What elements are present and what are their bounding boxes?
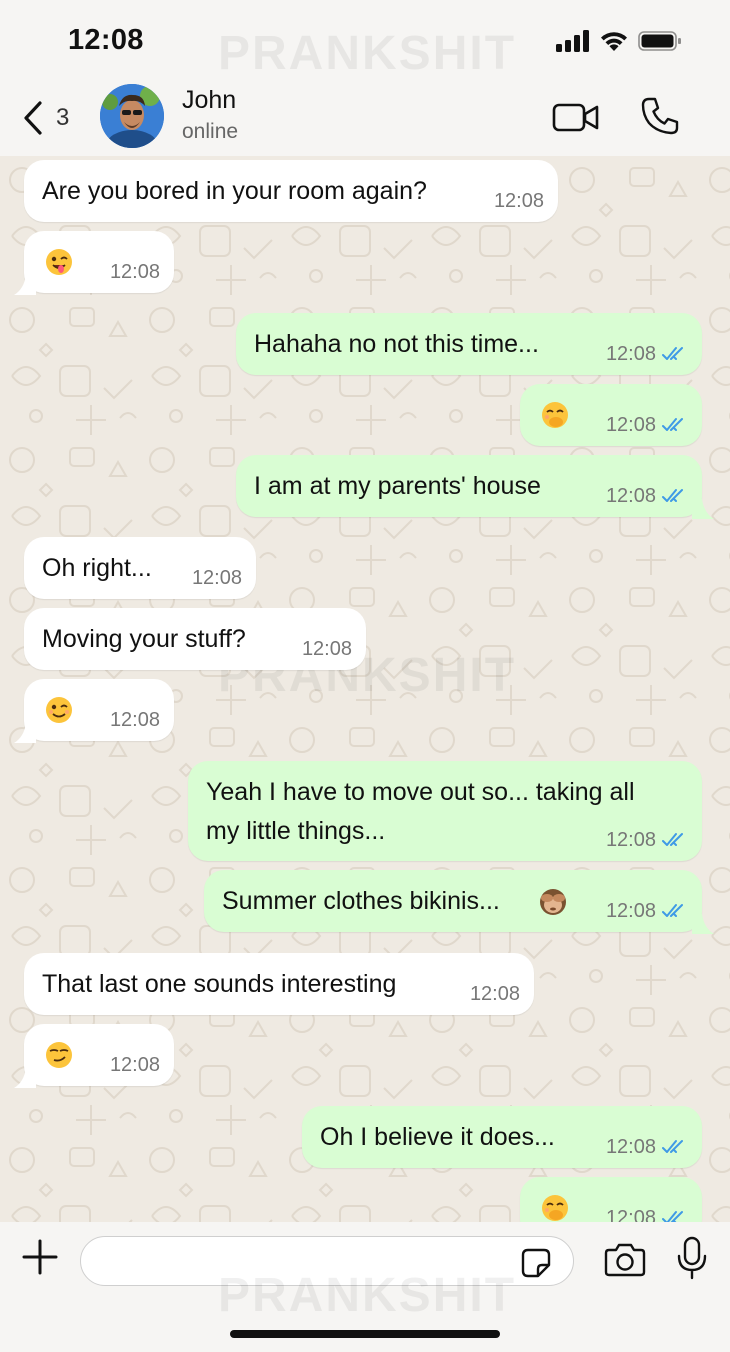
double-check-icon [662,489,683,502]
message-text: Oh right... [42,554,152,582]
bubble-tail [692,499,714,519]
contact-name[interactable]: John [182,86,236,115]
message-text: Moving your stuff? [42,625,246,653]
chat-area[interactable]: PRANKSHIT Are you bored in your room aga… [0,156,730,1222]
message-time: 12:08 [605,829,656,851]
message-time: 12:08 [605,414,656,436]
voice-call-button[interactable] [640,96,680,136]
microphone-icon [677,1236,707,1280]
battery-icon [638,31,681,51]
status-icons [556,28,682,54]
double-check-icon [662,418,683,431]
outgoing-message[interactable]: 12:08 [520,384,702,446]
message-text: Hahaha no not this time... [254,330,539,358]
double-check-icon [662,1140,683,1153]
message-text: Are you bored in your room again? [42,177,427,205]
attach-button[interactable] [22,1239,58,1275]
winking-face-with-tongue-emoji [46,249,72,275]
message-time: 12:08 [109,261,160,283]
incoming-message[interactable]: 12:08 [14,231,174,295]
double-check-icon [662,833,683,846]
bubble-tail [14,1068,36,1088]
outgoing-message[interactable]: Yeah I have to move out so... taking all… [188,761,702,861]
contact-status: online [182,120,239,143]
outgoing-message[interactable]: Hahaha no not this time... 12:08 [236,313,702,375]
plus-icon [22,1239,58,1275]
incoming-message[interactable]: Are you bored in your room again? 12:08 [24,160,558,222]
message-time: 12:08 [605,1136,656,1158]
face-with-hand-over-mouth-emoji [542,1195,568,1221]
message-time: 12:08 [605,900,656,922]
double-check-icon [662,347,683,360]
chat-header: 3 John online [0,80,730,156]
outgoing-message[interactable]: 12:08 [520,1177,702,1222]
message-time: 12:08 [605,343,656,365]
message-time: 12:08 [493,190,544,212]
home-indicator [230,1330,500,1338]
incoming-message[interactable]: 12:08 [14,1024,174,1088]
unread-count: 3 [56,104,70,131]
camera-button[interactable] [604,1241,646,1277]
back-button[interactable]: 3 [22,98,92,138]
bubble-tail [14,275,36,295]
message-time: 12:08 [191,567,242,589]
avatar[interactable] [100,84,164,148]
smirking-face-emoji [46,1042,72,1068]
message-text: Summer clothes bikinis... [222,887,500,915]
bubble-tail [692,914,714,934]
outgoing-message[interactable]: I am at my parents' house 12:08 [236,455,714,519]
status-time: 12:08 [68,24,144,56]
message-text: Oh I believe it does... [320,1123,555,1151]
message-input[interactable] [80,1236,574,1286]
message-time: 12:08 [605,1207,656,1222]
incoming-message[interactable]: 12:08 [14,679,174,743]
message-time: 12:08 [109,709,160,731]
chevron-left-icon [24,101,42,135]
microphone-button[interactable] [676,1236,708,1280]
incoming-message[interactable]: Moving your stuff? 12:08 [24,608,366,670]
message-text: my little things... [206,817,386,845]
signal-icon [556,30,589,52]
double-check-icon [662,904,683,917]
message-time: 12:08 [301,638,352,660]
outgoing-message[interactable]: Summer clothes bikinis... 12:08 [204,870,714,934]
see-no-evil-monkey-emoji [540,889,566,915]
video-camera-icon [552,103,599,132]
outgoing-message[interactable]: Oh I believe it does... 12:08 [302,1106,702,1168]
message-text: Yeah I have to move out so... taking all [206,778,635,806]
incoming-message[interactable]: That last one sounds interesting 12:08 [24,953,534,1015]
message-time: 12:08 [605,485,656,507]
camera-icon [604,1243,646,1277]
sticker-button[interactable] [520,1247,552,1279]
video-call-button[interactable] [552,98,600,138]
winking-face-emoji [46,697,72,723]
bubble-tail [14,723,36,743]
face-with-hand-over-mouth-emoji [542,402,568,428]
wifi-icon [601,32,627,51]
phone-icon [641,97,679,135]
message-text: That last one sounds interesting [42,970,397,998]
double-check-icon [662,1211,683,1222]
incoming-message[interactable]: Oh right... 12:08 [24,537,256,599]
status-bar: 12:08 [0,0,730,80]
sticker-icon [521,1248,551,1278]
message-time: 12:08 [109,1054,160,1076]
message-text: I am at my parents' house [254,472,541,500]
message-time: 12:08 [469,983,520,1005]
